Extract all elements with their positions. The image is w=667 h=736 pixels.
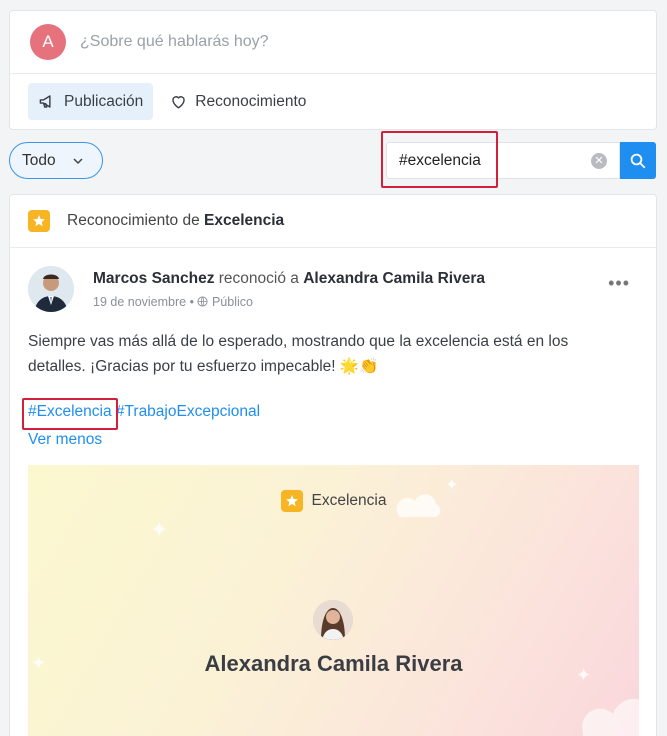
search-button[interactable] xyxy=(620,142,656,179)
chevron-down-icon xyxy=(73,157,83,164)
meta-separator: • xyxy=(189,295,198,309)
hashtag-trabajo-excepcional[interactable]: #TrabajoExcepcional xyxy=(116,403,260,420)
publicacion-button[interactable]: Publicación xyxy=(28,83,154,120)
hashtag-excelencia[interactable]: #Excelencia xyxy=(28,403,112,420)
recognition-card: ✦ ✦ ✦ ✦ Excelencia Alexandra Camila Rive… xyxy=(28,465,639,736)
recipient-name[interactable]: Alexandra Camila Rivera xyxy=(303,270,485,287)
post-date: 19 de noviembre xyxy=(93,295,187,309)
recognition-card-category: Excelencia xyxy=(311,492,387,509)
more-options-icon[interactable]: ••• xyxy=(608,273,630,294)
publicacion-label: Publicación xyxy=(64,92,144,110)
recognition-recipient-name: Alexandra Camila Rivera xyxy=(204,651,463,676)
globe-icon xyxy=(197,296,209,307)
composer-input-row[interactable]: A ¿Sobre qué hablarás hoy? xyxy=(10,11,656,74)
sparkle-icon: ✦ xyxy=(150,517,169,542)
ver-menos-link[interactable]: Ver menos xyxy=(28,431,102,449)
post-body: Siempre vas más allá de lo esperado, mos… xyxy=(28,329,628,379)
filter-dropdown[interactable]: Todo xyxy=(9,142,103,179)
user-avatar[interactable]: A xyxy=(30,24,66,60)
hashtag-list: #Excelencia #TrabajoExcepcional xyxy=(28,403,260,421)
author-line: Marcos Sanchez reconoció a Alexandra Cam… xyxy=(93,270,485,288)
heart-icon xyxy=(172,96,186,109)
search-input[interactable] xyxy=(399,150,579,172)
clear-icon[interactable]: ✕ xyxy=(591,153,607,169)
star-badge-icon xyxy=(28,210,50,232)
star-badge-icon xyxy=(280,490,303,512)
post-header: Reconocimiento de Excelencia xyxy=(10,195,656,248)
author-avatar[interactable] xyxy=(28,266,74,312)
filter-dropdown-label: Todo xyxy=(22,151,56,169)
search-icon xyxy=(630,153,646,168)
filter-bar: Todo ✕ xyxy=(9,142,657,182)
author-name[interactable]: Marcos Sanchez xyxy=(93,270,214,287)
search-box: ✕ xyxy=(386,142,620,179)
post-meta: 19 de noviembre • Público xyxy=(93,295,253,309)
megaphone-icon xyxy=(39,95,51,108)
reconocimiento-label: Reconocimiento xyxy=(195,92,307,110)
recognition-card-title: Excelencia xyxy=(28,490,639,512)
post-card: Reconocimiento de Excelencia Marcos Sanc… xyxy=(9,194,657,736)
recipient-avatar[interactable] xyxy=(313,600,353,640)
post-body-line-1: Siempre vas más allá de lo esperado, mos… xyxy=(28,333,569,350)
action-verb: reconoció a xyxy=(214,270,304,287)
post-header-category: Excelencia xyxy=(204,212,285,229)
composer-placeholder[interactable]: ¿Sobre qué hablarás hoy? xyxy=(80,33,269,51)
post-visibility: Público xyxy=(211,295,253,309)
post-header-prefix: Reconocimiento de xyxy=(67,212,204,229)
composer-card: A ¿Sobre qué hablarás hoy? Publicación R… xyxy=(9,10,657,130)
cloud-decoration xyxy=(582,698,639,736)
post-body-line-2: detalles. ¡Gracias por tu esfuerzo impec… xyxy=(28,358,379,375)
reconocimiento-button[interactable]: Reconocimiento xyxy=(159,83,316,120)
